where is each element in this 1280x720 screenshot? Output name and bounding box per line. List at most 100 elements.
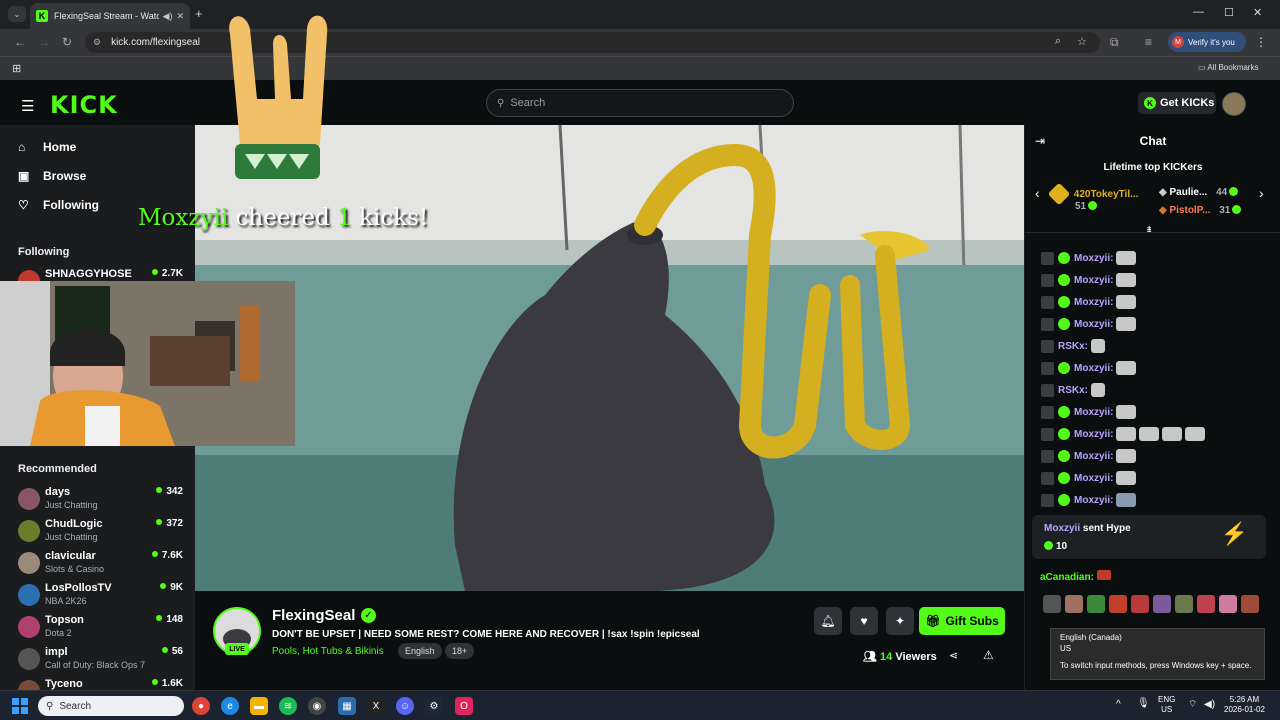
all-bookmarks-folder[interactable]: ▭ All Bookmarks bbox=[1198, 63, 1258, 72]
chat-username[interactable]: Moxzyii: bbox=[1074, 495, 1113, 506]
opera-icon[interactable]: O bbox=[455, 697, 473, 715]
close-window-icon[interactable]: ✕ bbox=[1253, 6, 1262, 19]
emote-button[interactable] bbox=[1109, 595, 1127, 613]
sidebar-item-home[interactable]: ⌂ Home bbox=[18, 140, 76, 154]
channel-item[interactable]: ChudLogic Just Chatting 372 bbox=[18, 518, 183, 548]
chat-message[interactable]: Moxzyii: bbox=[1041, 490, 1137, 510]
maximize-icon[interactable]: ☐ bbox=[1224, 6, 1234, 19]
audio-icon[interactable]: ◀) bbox=[163, 11, 173, 22]
sidebar-item-following[interactable]: ♡ Following bbox=[18, 198, 99, 212]
chat-message[interactable]: RSKx: bbox=[1041, 380, 1106, 400]
chat-username[interactable]: Moxzyii: bbox=[1074, 275, 1113, 286]
chat-message[interactable]: Moxzyii: bbox=[1041, 468, 1137, 488]
emote-button[interactable] bbox=[1065, 595, 1083, 613]
chat-message[interactable]: Moxzyii: bbox=[1041, 446, 1137, 466]
network-icon[interactable]: ⌔ bbox=[1188, 700, 1197, 710]
stream-category-link[interactable]: Pools, Hot Tubs & Bikinis bbox=[272, 646, 384, 657]
clip-button[interactable]: ✦ bbox=[886, 607, 914, 635]
channel-item[interactable]: days Just Chatting 342 bbox=[18, 486, 183, 516]
chat-username[interactable]: Moxzyii: bbox=[1074, 473, 1113, 484]
emote-button[interactable] bbox=[1087, 595, 1105, 613]
chat-message[interactable]: Moxzyii: bbox=[1041, 358, 1137, 378]
volume-icon[interactable]: ◀) bbox=[1204, 700, 1215, 710]
emote-button[interactable] bbox=[1197, 595, 1215, 613]
hype-user[interactable]: Moxzyii bbox=[1044, 523, 1080, 534]
chat-username[interactable]: Moxzyii: bbox=[1074, 407, 1113, 418]
media-control-icon[interactable]: ≡ bbox=[1145, 35, 1152, 49]
file-explorer-icon[interactable]: ▬ bbox=[250, 697, 268, 715]
zoom-icon[interactable]: ⌕ bbox=[1055, 35, 1061, 48]
chat-message[interactable]: Moxzyii: bbox=[1041, 270, 1137, 290]
extensions-icon[interactable]: ⧉ bbox=[1110, 35, 1119, 50]
channel-item[interactable]: Tyceno 1.6K bbox=[18, 678, 183, 690]
chat-username[interactable]: Moxzyii: bbox=[1074, 319, 1113, 330]
notification-bell-button[interactable]: 🔔︎ bbox=[814, 607, 842, 635]
browser-tab[interactable]: K FlexingSeal Stream - Watch ◀) ✕ bbox=[30, 3, 190, 29]
browser-menu-icon[interactable]: ⋮ bbox=[1255, 35, 1267, 49]
obs-icon[interactable]: ◉ bbox=[308, 697, 326, 715]
video-player[interactable] bbox=[195, 125, 1024, 591]
kick-logo[interactable]: KICK bbox=[50, 91, 118, 119]
channel-item[interactable]: impl Call of Duty: Black Ops 7 56 bbox=[18, 646, 183, 676]
tag-english[interactable]: English bbox=[398, 643, 442, 659]
chat-message[interactable]: Moxzyii: bbox=[1041, 292, 1137, 312]
microphone-icon[interactable]: 🎙︎ bbox=[1137, 699, 1150, 709]
chrome-icon[interactable]: ● bbox=[192, 697, 210, 715]
share-icon[interactable]: ⋖ bbox=[949, 649, 958, 662]
channel-item[interactable]: clavicular Slots & Casino 7.6K bbox=[18, 550, 183, 580]
chat-message[interactable]: RSKx: bbox=[1041, 336, 1106, 356]
emote-button[interactable] bbox=[1153, 595, 1171, 613]
new-tab-button[interactable]: + bbox=[195, 6, 203, 21]
steam-icon[interactable]: ⚙ bbox=[425, 697, 443, 715]
emote-button[interactable] bbox=[1175, 595, 1193, 613]
discord-icon[interactable]: ☺ bbox=[396, 697, 414, 715]
emote-button[interactable] bbox=[1131, 595, 1149, 613]
follow-heart-button[interactable]: ♥ bbox=[850, 607, 878, 635]
prev-arrow-icon[interactable]: ‹ bbox=[1035, 185, 1040, 201]
back-icon[interactable]: ← bbox=[14, 35, 26, 49]
report-icon[interactable]: ⚠ bbox=[983, 648, 994, 662]
apps-grid-icon[interactable]: ⊞ bbox=[12, 62, 21, 75]
chat-message[interactable]: Moxzyii: bbox=[1041, 402, 1137, 422]
chat-username[interactable]: RSKx: bbox=[1058, 385, 1088, 396]
minimize-icon[interactable]: — bbox=[1193, 6, 1204, 18]
chat-username[interactable]: Moxzyii: bbox=[1074, 451, 1113, 462]
chat-username[interactable]: Moxzyii: bbox=[1074, 253, 1113, 264]
taskbar-search[interactable]: ⚲ Search bbox=[38, 696, 184, 716]
menu-icon[interactable]: ☰ bbox=[21, 97, 34, 115]
x-app-icon[interactable]: X bbox=[367, 697, 385, 715]
chat-username[interactable]: RSKx: bbox=[1058, 341, 1088, 352]
site-info-icon[interactable]: ⚙ bbox=[93, 37, 101, 48]
chat-username[interactable]: Moxzyii: bbox=[1074, 429, 1113, 440]
clock[interactable]: 5:26 AM 2026-01-02 bbox=[1224, 695, 1265, 715]
chat-username[interactable]: Moxzyii: bbox=[1074, 363, 1113, 374]
user-avatar[interactable] bbox=[1222, 92, 1246, 116]
tray-overflow-icon[interactable]: ^ bbox=[1116, 700, 1121, 710]
emote-button[interactable] bbox=[1241, 595, 1259, 613]
edge-icon[interactable]: e bbox=[221, 697, 239, 715]
gift-subs-button[interactable]: 🎁︎ Gift Subs bbox=[919, 607, 1005, 635]
pin-icon[interactable]: ⇟ bbox=[1145, 225, 1153, 236]
channel-item[interactable]: Topson Dota 2 148 bbox=[18, 614, 183, 644]
language-indicator[interactable]: ENG US bbox=[1158, 695, 1175, 715]
sidebar-item-browse[interactable]: ▣ Browse bbox=[18, 169, 86, 183]
chat-username[interactable]: aCanadian: bbox=[1040, 572, 1094, 583]
search-input[interactable]: ⚲ Search bbox=[486, 89, 794, 117]
verify-profile-button[interactable]: M Verify it's you bbox=[1168, 32, 1246, 52]
chat-message[interactable]: Moxzyii: bbox=[1041, 424, 1206, 444]
chat-message[interactable]: Moxzyii: bbox=[1041, 314, 1137, 334]
emote-button[interactable] bbox=[1219, 595, 1237, 613]
next-arrow-icon[interactable]: › bbox=[1259, 185, 1264, 201]
bookmark-star-icon[interactable]: ☆ bbox=[1077, 35, 1087, 48]
reload-icon[interactable]: ↻ bbox=[62, 35, 72, 49]
emote-button[interactable] bbox=[1043, 595, 1061, 613]
forward-icon[interactable]: → bbox=[38, 35, 50, 49]
tag-18plus[interactable]: 18+ bbox=[445, 643, 475, 659]
chat-username[interactable]: Moxzyii: bbox=[1074, 297, 1113, 308]
get-kicks-button[interactable]: K Get KICKs bbox=[1138, 92, 1216, 114]
channel-item[interactable]: LosPollosTV NBA 2K26 9K bbox=[18, 582, 183, 612]
tab-search-button[interactable]: ⌄ bbox=[8, 6, 26, 22]
channel-name[interactable]: FlexingSeal bbox=[272, 607, 355, 624]
chat-message[interactable]: aCanadian: bbox=[1040, 570, 1111, 583]
chat-message[interactable]: Moxzyii: bbox=[1041, 248, 1137, 268]
